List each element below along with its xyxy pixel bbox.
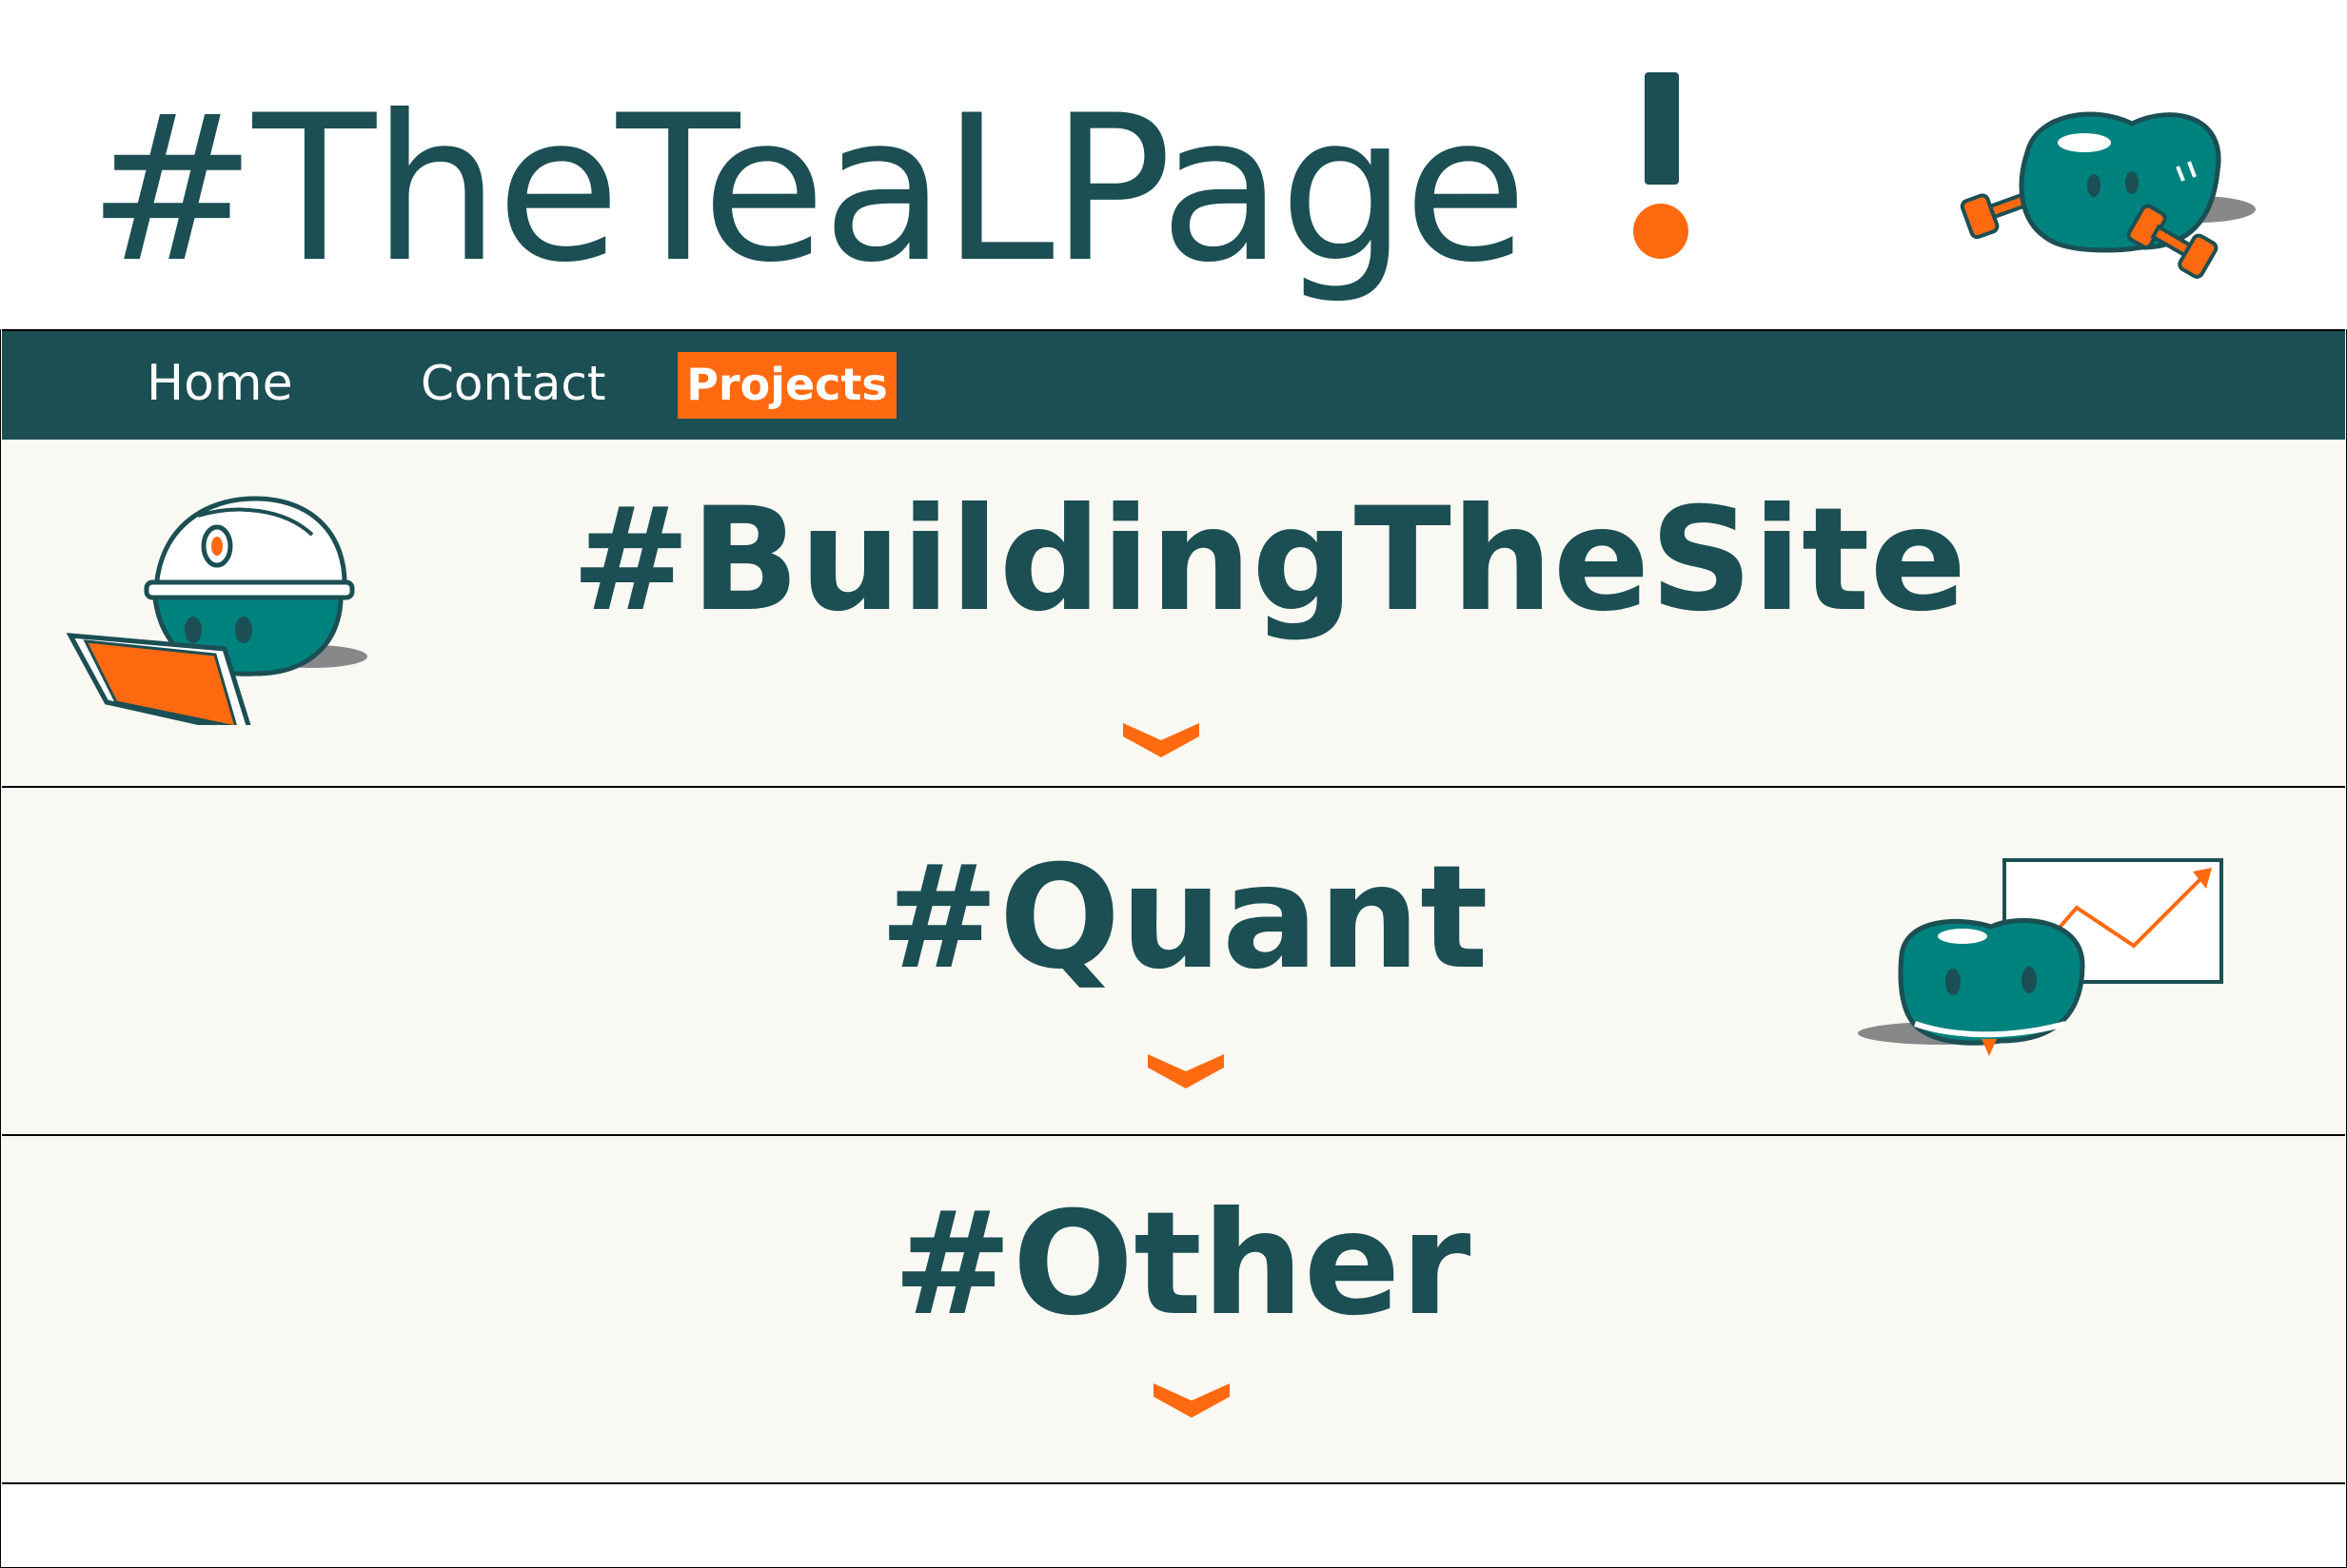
exclamation-bar (1645, 72, 1679, 185)
section-title: #BuildingTheSite (571, 478, 1967, 643)
dumbbell-mascot-icon (1960, 111, 2256, 279)
site-title: #TheTeaLPage (88, 71, 1528, 306)
section-building-the-site[interactable]: #BuildingTheSite (2, 440, 2345, 788)
site-header: #TheTeaLPage (0, 0, 2347, 329)
hardhat-mascot-icon (66, 496, 367, 725)
chevron-down-icon[interactable] (1148, 1052, 1224, 1094)
chevron-down-icon[interactable] (1154, 1382, 1230, 1423)
nav-item-contact[interactable]: Contact (421, 350, 606, 417)
section-title: #Quant (879, 835, 1489, 1001)
chevron-down-icon[interactable] (1123, 721, 1199, 763)
chart-mascot-icon (1858, 858, 2223, 1056)
section-quant[interactable]: #Quant (2, 788, 2345, 1136)
nav-item-home[interactable]: Home (147, 350, 293, 417)
exclamation-dot (1633, 204, 1688, 259)
section-title: #Other (893, 1182, 1471, 1347)
section-other[interactable]: #Other (2, 1136, 2345, 1484)
main-nav: Home Contact Projects (2, 329, 2345, 441)
nav-item-projects[interactable]: Projects (678, 352, 897, 419)
